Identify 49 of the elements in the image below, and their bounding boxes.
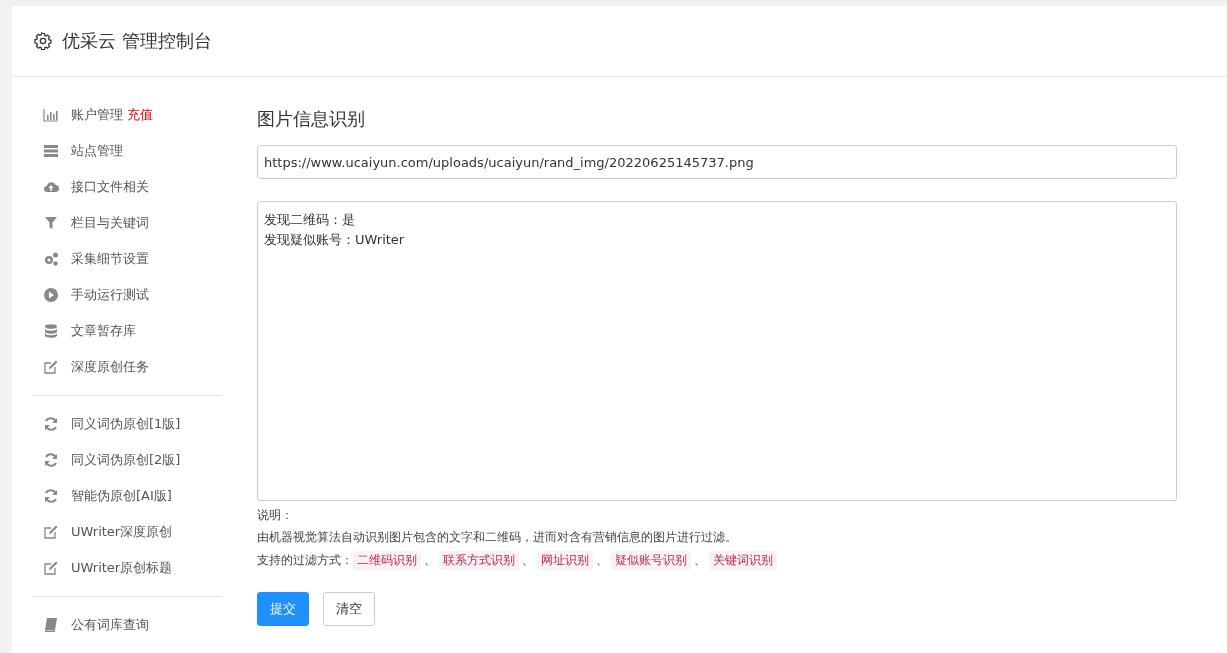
sidebar-item[interactable]: 接口文件相关 xyxy=(32,169,222,205)
sidebar-item[interactable]: 账户管理 充值 xyxy=(32,97,222,133)
edit-icon xyxy=(43,560,59,576)
note-heading: 说明： xyxy=(257,507,294,523)
refresh-icon xyxy=(43,416,59,432)
filter-label: 支持的过滤方式： xyxy=(257,552,353,569)
sidebar-item[interactable]: 公有词库查询 xyxy=(32,607,222,643)
sidebar-item[interactable]: UWriter深度原创 xyxy=(32,514,222,550)
edit-icon xyxy=(43,359,59,375)
separator: 、 xyxy=(423,552,437,569)
bar-chart-icon xyxy=(43,107,59,123)
book-icon xyxy=(43,617,59,633)
separator: 、 xyxy=(595,552,609,569)
sidebar-item[interactable]: 站点管理 xyxy=(32,133,222,169)
sidebar-item[interactable]: 深度原创任务 xyxy=(32,349,222,385)
sidebar-item[interactable]: 采集细节设置 xyxy=(32,241,222,277)
refresh-icon xyxy=(43,452,59,468)
play-icon xyxy=(43,287,59,303)
filter-tag: 疑似账号识别 xyxy=(611,551,691,570)
cloud-upload-icon xyxy=(43,179,59,195)
sidebar-item[interactable]: 栏目与关键词 xyxy=(32,205,222,241)
result-field[interactable]: 发现二维码：是 发现疑似账号：UWriter xyxy=(257,201,1177,501)
sidebar-item[interactable]: 同义词伪原创[2版] xyxy=(32,442,222,478)
sidebar-item[interactable]: UWriter原创标题 xyxy=(32,550,222,586)
edit-icon xyxy=(43,524,59,540)
server-icon xyxy=(43,143,59,159)
refresh-icon xyxy=(43,488,59,504)
filter-tag: 二维码识别 xyxy=(353,551,421,570)
note-text: 由机器视觉算法自动识别图片包含的文字和二维码，进而对含有营销信息的图片进行过滤。 xyxy=(257,529,738,545)
separator: 、 xyxy=(693,552,707,569)
recharge-link[interactable]: 充值 xyxy=(127,106,153,124)
filter-tag: 关键词识别 xyxy=(709,551,777,570)
clear-button[interactable]: 清空 xyxy=(323,592,375,626)
settings-icon xyxy=(34,32,52,50)
filter-tag: 网址识别 xyxy=(537,551,593,570)
result-line: 发现疑似账号：UWriter xyxy=(264,231,406,249)
console-title: 优采云 管理控制台 xyxy=(62,29,212,53)
url-field[interactable]: https://www.ucaiyun.com/uploads/ucaiyun/rand_img/20220625145737.png xyxy=(257,145,1177,179)
separator: 、 xyxy=(521,552,535,569)
sidebar-item[interactable]: 手动运行测试 xyxy=(32,277,222,313)
filter-icon xyxy=(43,215,59,231)
sidebar-item[interactable]: 智能伪原创[AI版] xyxy=(32,478,222,514)
filter-tag: 联系方式识别 xyxy=(439,551,519,570)
gears-icon xyxy=(43,251,59,267)
sidebar-item[interactable]: 同义词伪原创[1版] xyxy=(32,406,222,442)
result-line: 发现二维码：是 xyxy=(264,211,356,229)
database-icon xyxy=(43,323,59,339)
section-title: 图片信息识别 xyxy=(257,107,366,131)
sidebar-item[interactable]: 文章暂存库 xyxy=(32,313,222,349)
